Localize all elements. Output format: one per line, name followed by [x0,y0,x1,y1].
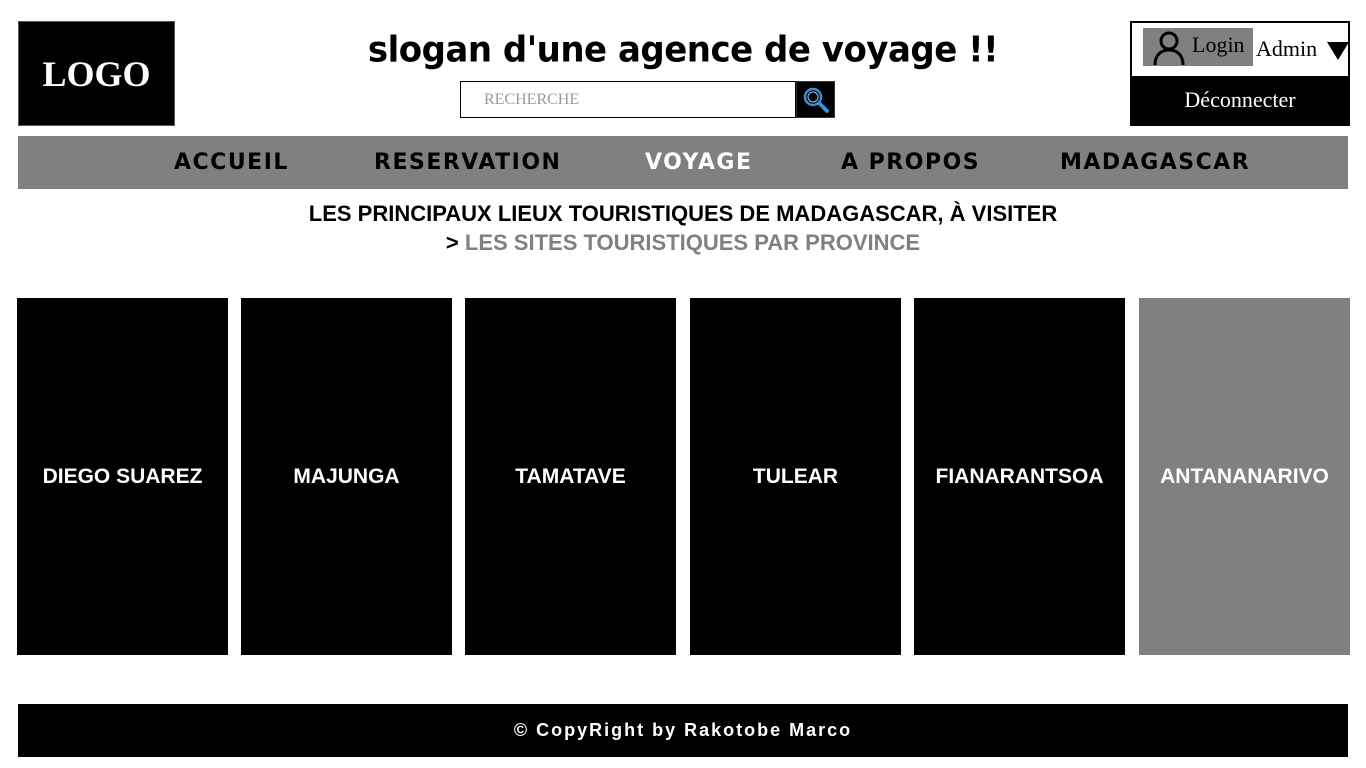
breadcrumb-separator: > [445,230,459,255]
province-card-tulear[interactable]: TULEAR [690,298,901,655]
province-card-majunga[interactable]: MAJUNGA [241,298,452,655]
login-label: Login [1192,32,1245,57]
breadcrumb: > LES SITES TOURISTIQUES PAR PROVINCE [0,230,1366,256]
logo-text: LOGO [42,53,151,94]
footer: © CopyRight by Rakotobe Marco [18,704,1348,757]
user-panel: Login Admin Déconnecter [1130,21,1350,126]
breadcrumb-link[interactable]: LES SITES TOURISTIQUES PAR PROVINCE [465,230,920,255]
page-title: LES PRINCIPAUX LIEUX TOURISTIQUES DE MAD… [308,201,1058,226]
province-card-label: FIANARANTSOA [935,464,1104,488]
logo[interactable]: LOGO [18,21,175,126]
nav-item-voyage[interactable]: VOYAGE [645,136,753,189]
user-name[interactable]: Admin [1256,36,1317,62]
province-card-fianarantsoa[interactable]: FIANARANTSOA [914,298,1125,655]
province-card-label: DIEGO SUAREZ [42,464,203,488]
slogan: slogan d'une agence de voyage !! [367,29,999,71]
province-card-tamatave[interactable]: TAMATAVE [465,298,676,655]
province-card-diego-suarez[interactable]: DIEGO SUAREZ [17,298,228,655]
province-card-label: TAMATAVE [515,464,626,488]
caret-down-icon[interactable] [1327,42,1349,60]
logout-button[interactable]: Déconnecter [1132,76,1348,124]
nav-item-reservation[interactable]: RESERVATION [374,136,561,189]
user-icon [1153,31,1185,66]
nav-item-accueil[interactable]: ACCUEIL [174,136,289,189]
province-card-antananarivo[interactable]: ANTANANARIVO [1139,298,1350,655]
nav-item-madagascar[interactable]: MADAGASCAR [1060,136,1250,189]
copyright-text: © CopyRight by Rakotobe Marco [513,720,853,740]
search-icon [803,87,829,113]
province-card-label: ANTANANARIVO [1160,464,1329,488]
nav-item-a-propos[interactable]: A PROPOS [841,136,980,189]
login-button[interactable]: Login [1143,28,1253,66]
search-button[interactable] [796,81,835,118]
main-nav: ACCUEIL RESERVATION VOYAGE A PROPOS MADA… [18,136,1348,189]
search-input[interactable] [460,81,796,118]
province-card-label: MAJUNGA [293,464,400,488]
province-card-label: TULEAR [752,464,839,488]
